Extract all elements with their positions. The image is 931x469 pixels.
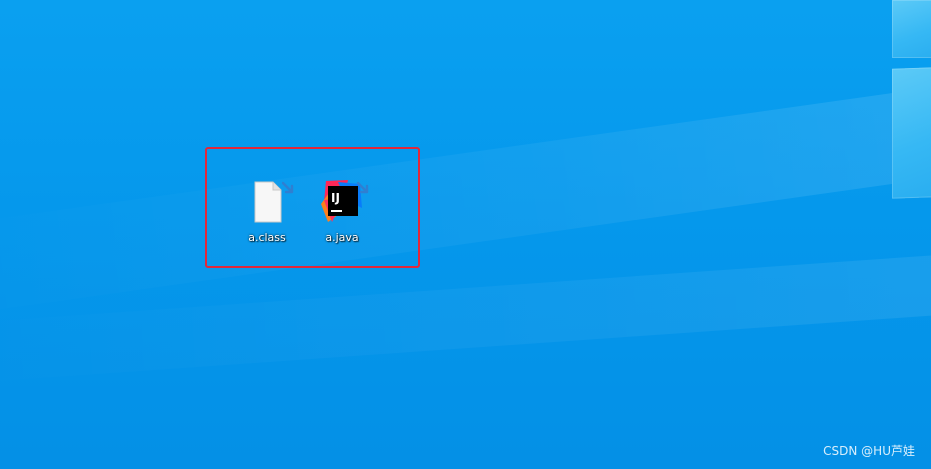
icon-label: a.class [248,231,286,244]
shortcut-arrow-icon [281,181,294,194]
desktop-icon-a-class[interactable]: a.class [232,178,302,245]
light-beam-decoration [0,73,931,317]
blank-file-icon [243,178,294,226]
light-beam-decoration [0,246,931,384]
windows-logo-pane [892,0,931,58]
intellij-idea-icon: IJ [318,178,369,226]
icon-label: a.java [325,231,359,244]
desktop-icon-a-java[interactable]: IJ a.java [307,178,377,245]
windows-logo-pane [892,67,931,199]
intellij-monogram: IJ [331,191,340,205]
desktop-background[interactable]: a.class IJ a.java CSDN @HU芦娃 [0,0,931,469]
watermark-text: CSDN @HU芦娃 [823,444,915,458]
shortcut-arrow-icon [356,181,369,194]
